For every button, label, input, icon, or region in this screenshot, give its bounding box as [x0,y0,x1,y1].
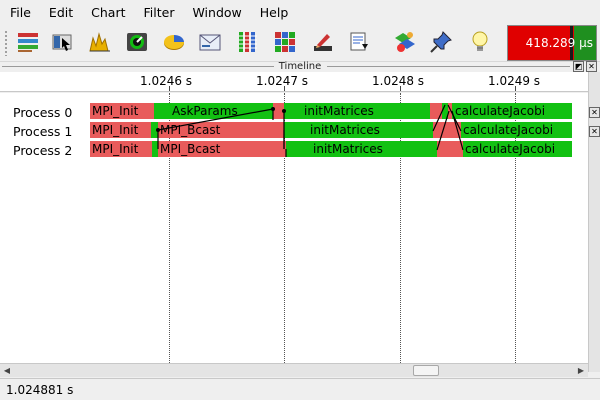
dock-close-icon: ✕ [588,62,595,71]
state-segment[interactable]: MPI_Init [90,122,151,138]
segment-label: MPI_Init [92,123,139,137]
state-segment[interactable] [437,141,463,157]
envelope-icon[interactable] [197,29,223,55]
horizontal-scrollbar[interactable]: ◀ ▶ [0,363,588,377]
timeline-title: Timeline [278,61,322,72]
bulb-icon[interactable] [467,29,493,55]
time-ruler: 1.0246 s 1.0247 s 1.0248 s 1.0249 s [0,72,588,92]
ruler-tick [169,86,170,91]
state-segment[interactable]: MPI_Bcast [158,122,284,138]
ruler-tick-label: 1.0246 s [140,74,193,88]
dock-float-icon: ◩ [574,62,583,71]
state-segment[interactable]: MPI_Init [90,141,152,157]
state-segment[interactable]: initMatrices [286,141,437,157]
segment-label: initMatrices [313,142,383,156]
menu-file[interactable]: File [0,5,39,20]
close-icon[interactable]: ✕ [589,126,600,137]
matrix-icon[interactable] [272,29,298,55]
ruler-tick [284,86,285,91]
toolbar-grip[interactable] [4,30,8,56]
state-segment[interactable]: calculateJacobi [463,141,572,157]
timeline-canvas[interactable]: Process 0 Process 1 Process 2 MPI_Init A… [0,93,588,363]
state-segment[interactable] [430,103,442,119]
segment-label: AskParams [172,104,238,118]
pin-icon[interactable] [428,29,454,55]
vertical-scrollbar[interactable]: ✕ ✕ [588,72,600,372]
scroll-thumb[interactable] [413,365,439,376]
ruler-tick [400,86,401,91]
segment-label: initMatrices [304,104,374,118]
row-close-icon: ✕ [591,108,598,117]
time-scale-widget[interactable]: 418.289 µs [507,25,597,61]
menu-edit[interactable]: Edit [39,5,81,20]
time-scale-readout: 418.289 µs [525,36,593,50]
menu-filter[interactable]: Filter [134,5,183,20]
state-segment[interactable] [273,103,284,119]
edit-icon[interactable] [310,29,336,55]
row-close-icon: ✕ [591,127,598,136]
color-icon[interactable] [392,29,418,55]
state-segment[interactable] [151,122,158,138]
state-segment[interactable]: calculateJacobi [461,122,572,138]
bar-chart-icon[interactable] [87,29,113,55]
state-segment[interactable]: initMatrices [284,122,433,138]
dock-close-button[interactable]: ✕ [586,61,597,72]
menu-window[interactable]: Window [182,5,249,20]
state-segment[interactable]: MPI_Bcast [158,141,286,157]
state-segment[interactable]: calculateJacobi [452,103,572,119]
process-label: Process 2 [13,143,73,158]
segment-label: MPI_Init [92,142,139,156]
grid-icon[interactable] [235,29,261,55]
process-label: Process 1 [13,124,73,139]
state-segment[interactable]: MPI_Init [90,103,154,119]
menu-chart[interactable]: Chart [81,5,133,20]
scroll-right-icon[interactable]: ▶ [575,365,587,377]
ruler-tick-label: 1.0248 s [372,74,425,88]
segment-label: calculateJacobi [463,123,554,137]
gauge-icon[interactable] [124,29,150,55]
pie-chart-icon[interactable] [161,29,187,55]
list-icon[interactable] [15,29,41,55]
close-icon[interactable]: ✕ [589,107,600,118]
save-icon[interactable] [347,29,373,55]
segment-label: MPI_Bcast [160,142,221,156]
segment-label: MPI_Bcast [160,123,221,137]
process-label: Process 0 [13,105,73,120]
status-bar: 1.024881 s [0,378,600,400]
state-segment[interactable]: initMatrices [284,103,430,119]
scroll-left-icon[interactable]: ◀ [1,365,13,377]
segment-label: initMatrices [310,123,380,137]
timeline-dock-title: Timeline [0,61,600,72]
segment-label: MPI_Init [92,104,139,118]
ruler-tick [515,86,516,91]
menu-help[interactable]: Help [250,5,297,20]
status-time: 1.024881 s [6,383,74,397]
pointer-icon[interactable] [50,29,76,55]
dock-float-button[interactable]: ◩ [573,61,584,72]
state-segment[interactable] [433,122,461,138]
state-segment[interactable]: AskParams [154,103,273,119]
segment-label: calculateJacobi [465,142,556,156]
ruler-tick-label: 1.0247 s [256,74,309,88]
menu-bar: File Edit Chart Filter Window Help [0,0,600,24]
segment-label: calculateJacobi [455,104,546,118]
